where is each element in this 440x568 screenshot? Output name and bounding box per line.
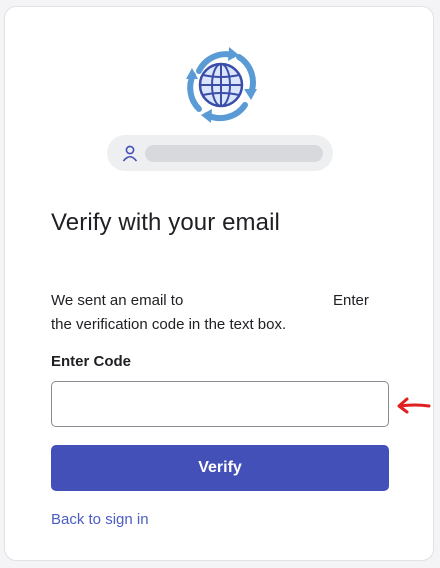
person-icon bbox=[121, 144, 139, 162]
identity-pill bbox=[107, 135, 333, 171]
globe-sync-icon bbox=[181, 43, 261, 127]
verify-button[interactable]: Verify bbox=[51, 445, 389, 491]
code-label: Enter Code bbox=[51, 353, 132, 370]
redacted-identity bbox=[145, 145, 323, 162]
arrow-annotation-icon bbox=[395, 396, 431, 414]
page-title: Verify with your email bbox=[51, 209, 280, 236]
code-input[interactable] bbox=[51, 381, 389, 427]
description-line1-end: Enter bbox=[333, 292, 369, 309]
back-to-sign-in-link[interactable]: Back to sign in bbox=[51, 511, 149, 528]
description-line2: the verification code in the text box. bbox=[51, 316, 287, 333]
description: We sent an email to Enter the verificati… bbox=[51, 289, 381, 337]
verification-card: Verify with your email We sent an email … bbox=[4, 6, 434, 561]
description-line1-start: We sent an email to bbox=[51, 292, 184, 309]
